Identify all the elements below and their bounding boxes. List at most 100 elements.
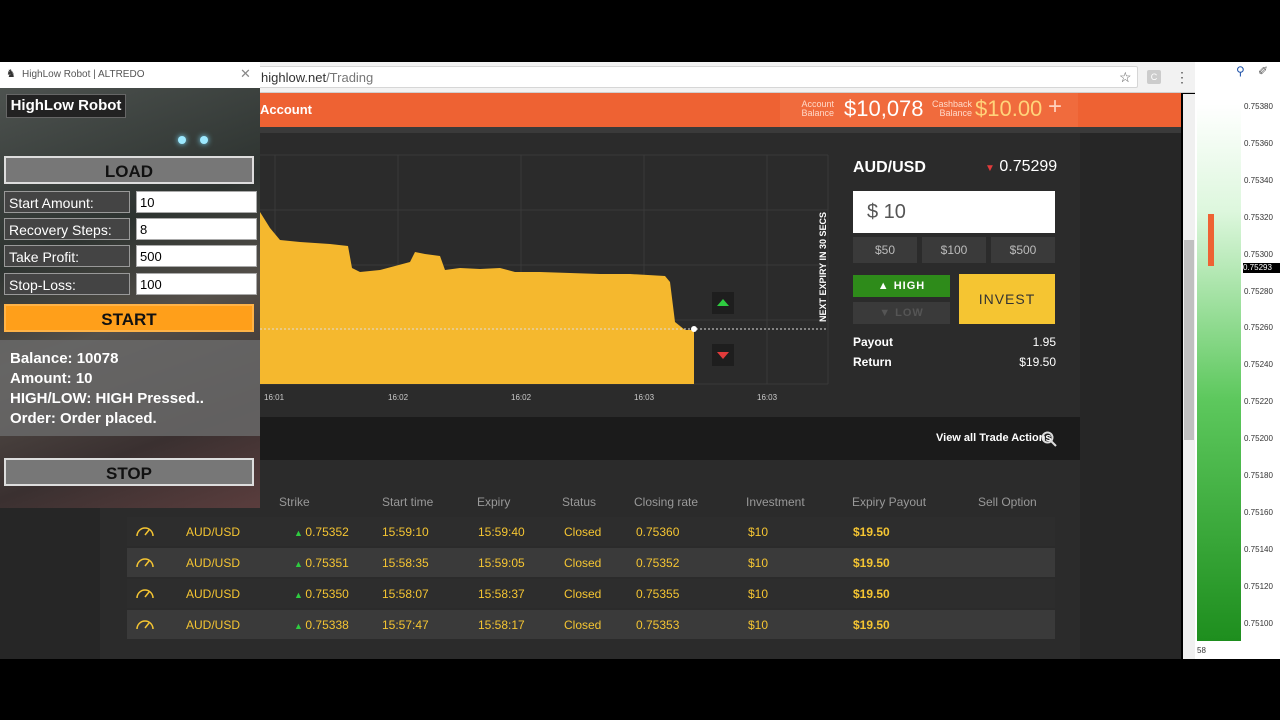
timer-gauge-icon	[136, 558, 154, 568]
time-tick: 16:01	[264, 393, 285, 402]
high-button[interactable]: ▲ HIGH	[853, 275, 950, 297]
cell-investment-text: $10	[748, 618, 769, 632]
quick-amount-100[interactable]: $100	[922, 237, 986, 263]
load-button[interactable]: LOAD	[4, 156, 254, 184]
view-all-trade-actions-link[interactable]: View all Trade Actions	[936, 432, 1052, 444]
cell-closing: 0.75355	[636, 587, 679, 601]
time-tick: 16:02	[388, 393, 409, 402]
page-scrollbar-thumb[interactable]	[1184, 240, 1194, 440]
col-closing-rate: Closing rate	[634, 495, 699, 509]
cell-asset-text: AUD/USD	[186, 556, 241, 570]
cell-asset: AUD/USD	[186, 525, 240, 539]
cell-payout: $19.50	[853, 525, 890, 539]
mt4-price-tick: 0.75180	[1244, 471, 1273, 480]
cell-closing: 0.75352	[636, 556, 679, 570]
mt4-price-tick: 0.75240	[1244, 360, 1273, 370]
payout-label: Payout	[853, 335, 894, 349]
cell-payout-text: $19.50	[853, 525, 890, 539]
table-row[interactable]: AUD/USD ▲ 0.75352 15:59:10 15:59:40 Closed 0.…	[127, 517, 1055, 546]
mt4-candle	[1208, 214, 1214, 266]
up-arrow-icon: ▲	[294, 559, 306, 569]
cell-strike-text: 0.75338	[305, 618, 349, 632]
table-row[interactable]: AUD/USD ▲ 0.75338 15:57:47 15:58:17 Closed 0.…	[127, 610, 1055, 639]
mt4-price-tick: 0.75120	[1244, 581, 1273, 591]
mt4-price-tick: 0.75260	[1244, 323, 1273, 333]
start-amount-input[interactable]	[136, 191, 257, 213]
quick-amount-500[interactable]: $500	[991, 237, 1055, 263]
cell-asset-text: AUD/USD	[186, 618, 241, 632]
price-area	[260, 212, 694, 384]
timer-gauge-icon	[136, 620, 154, 630]
quick-amount-50[interactable]: $50	[853, 237, 917, 263]
down-arrow-icon: ▼	[985, 163, 995, 174]
cell-payout-text: $19.50	[853, 556, 890, 570]
cell-payout-text: $19.50	[853, 587, 890, 601]
cell-closing-text: 0.75355	[636, 587, 680, 601]
take-profit-label: Take Profit:	[4, 245, 130, 267]
current-price-dot	[691, 326, 697, 332]
search-icon[interactable]	[1041, 431, 1057, 447]
cell-start: 15:59:10	[382, 525, 429, 539]
investment-amount-input[interactable]	[853, 191, 1055, 233]
stop-loss-input[interactable]	[136, 273, 257, 295]
asset-pair: AUD/USD	[853, 159, 926, 176]
cell-expiry: 15:59:05	[478, 556, 525, 570]
magnifier-icon[interactable]: ⚲	[1236, 64, 1245, 78]
col-expiry-payout: Expiry Payout	[852, 495, 927, 509]
expiry-label: NEXT EXPIRY IN 30 SECS	[818, 212, 828, 322]
mt4-price-area	[1197, 104, 1241, 641]
toolbar-icon[interactable]: ✐	[1258, 64, 1268, 78]
stop-button[interactable]: STOP	[4, 458, 254, 486]
cell-strike: ▲ 0.75351	[294, 556, 349, 570]
cell-status: Closed	[564, 556, 601, 570]
up-arrow-icon: ▲	[294, 621, 306, 631]
invest-button[interactable]: INVEST	[959, 274, 1055, 324]
table-row[interactable]: AUD/USD ▲ 0.75351 15:58:35 15:59:05 Closed 0.…	[127, 548, 1055, 577]
cell-expiry: 15:59:40	[478, 525, 525, 539]
cell-strike-text: 0.75350	[305, 587, 349, 601]
cell-status-text: Closed	[564, 618, 602, 632]
status-highlow: HIGH/LOW: HIGH Pressed..	[10, 390, 204, 407]
start-button[interactable]: START	[4, 304, 254, 332]
recovery-steps-input[interactable]	[136, 218, 257, 240]
down-arrow-icon: ▼	[879, 307, 892, 319]
robot-app-icon: ♞	[6, 68, 16, 80]
cell-asset: AUD/USD	[186, 618, 240, 632]
timer-gauge-icon	[136, 589, 154, 599]
cell-asset-text: AUD/USD	[186, 525, 241, 539]
col-sell-option: Sell Option	[978, 495, 1037, 509]
cell-closing-text: 0.75352	[636, 556, 680, 570]
mt4-price-tick: 0.75160	[1244, 507, 1273, 517]
close-icon[interactable]: ✕	[240, 66, 251, 82]
time-tick: 16:02	[511, 393, 532, 402]
mt4-current-price: 0.75293	[1243, 263, 1280, 273]
col-status: Status	[562, 495, 597, 509]
cell-closing-text: 0.75353	[636, 618, 680, 632]
take-profit-input[interactable]	[136, 245, 257, 267]
cell-start: 15:58:35	[382, 556, 429, 570]
mt4-price-tick: 0.75200	[1244, 434, 1273, 444]
table-row[interactable]: AUD/USD ▲ 0.75350 15:58:07 15:58:37 Closed 0.…	[127, 579, 1055, 608]
timer-gauge-icon	[136, 527, 154, 537]
cell-investment-text: $10	[748, 525, 769, 539]
up-arrow-icon: ▲	[294, 528, 306, 538]
time-axis: 16:01 16:02 16:02 16:03 16:03	[264, 393, 778, 402]
cell-expiry-text: 15:59:40	[478, 525, 525, 539]
robot-eye	[178, 136, 186, 144]
cell-closing-text: 0.75360	[636, 525, 680, 539]
robot-logo: HighLow Robot	[6, 94, 126, 118]
cell-status: Closed	[564, 525, 601, 539]
low-button[interactable]: ▼ LOW	[853, 302, 950, 324]
cell-closing: 0.75353	[636, 618, 679, 632]
status-order: Order: Order placed.	[10, 410, 157, 427]
mt4-price-tick: 0.75340	[1244, 175, 1273, 185]
cell-strike: ▲ 0.75338	[294, 618, 349, 632]
stop-loss-label: Stop-Loss:	[4, 273, 130, 295]
cell-investment: $10	[748, 587, 768, 601]
cell-expiry-text: 15:59:05	[478, 556, 525, 570]
cell-payout: $19.50	[853, 587, 890, 601]
mt4-price-tick: 0.75300	[1244, 249, 1273, 259]
cell-closing: 0.75360	[636, 525, 679, 539]
cell-start: 15:57:47	[382, 618, 429, 632]
payout-value: 1.95	[1032, 335, 1056, 349]
